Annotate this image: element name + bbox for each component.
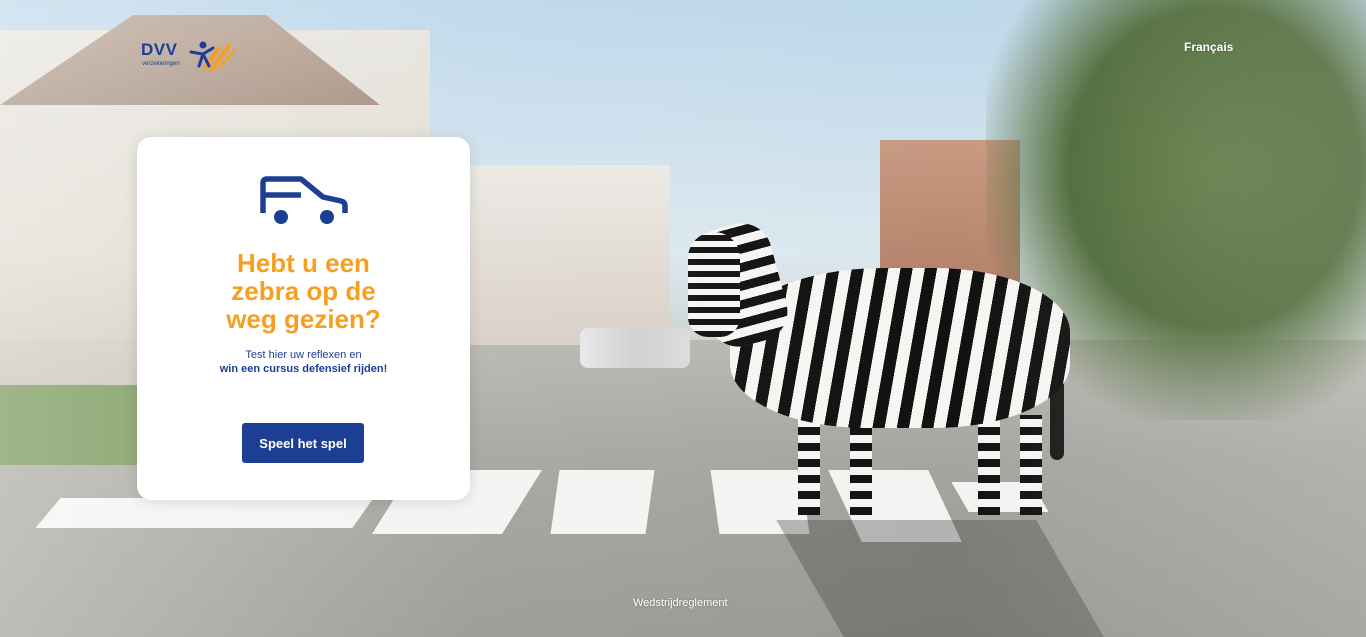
language-switch-link[interactable]: Français (1184, 40, 1233, 54)
play-game-button[interactable]: Speel het spel (242, 423, 364, 463)
card-subtitle-line2: win een cursus defensief rijden! (219, 363, 388, 375)
logo-figure-icon (189, 41, 237, 72)
page: DVV verzekeringen Français Hebt u een ze… (0, 0, 1366, 637)
promo-card: Hebt u een zebra op de weg gezien? Test … (137, 137, 470, 500)
card-title: Hebt u een zebra op de weg gezien? (137, 249, 470, 333)
card-subtitle-line1: Test hier uw reflexen en (245, 349, 362, 361)
contest-rules-link[interactable]: Wedstrijdreglement (633, 597, 728, 609)
logo-text: DVV (141, 40, 178, 59)
card-title-line: zebra op de (231, 276, 376, 306)
car-icon (260, 176, 348, 224)
card-title-line: Hebt u een (237, 248, 370, 278)
card-subtitle: Test hier uw reflexen en win een cursus … (137, 348, 470, 376)
logo-subtext: verzekeringen (142, 61, 180, 67)
card-title-line: weg gezien? (226, 304, 381, 334)
dvv-logo[interactable]: DVV verzekeringen (141, 40, 241, 74)
